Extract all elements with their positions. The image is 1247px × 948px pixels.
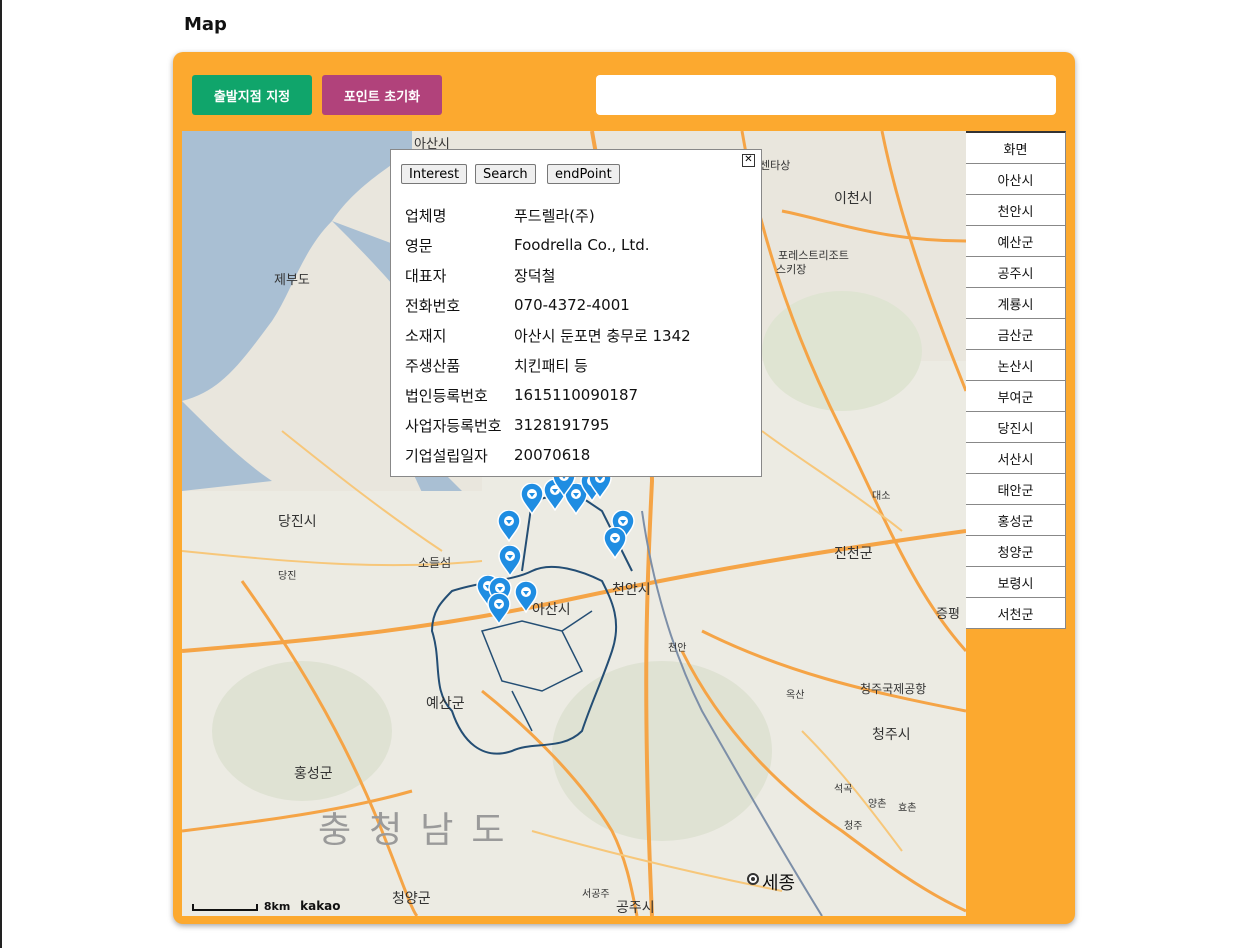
map-label-seogu: 석곡: [834, 784, 853, 795]
map-label-chungnam: 충청남도: [318, 810, 523, 851]
page-title: Map: [184, 14, 227, 35]
reset-points-button[interactable]: 포인트 초기화: [322, 75, 442, 115]
info-key: 주생산품: [405, 356, 461, 375]
sidebar-item-region[interactable]: 아산시: [966, 164, 1066, 195]
info-value: 20070618: [514, 446, 591, 464]
endpoint-button[interactable]: endPoint: [547, 164, 620, 184]
scale-label: 8km: [263, 900, 291, 913]
map-label-daeso: 대소: [872, 491, 891, 502]
info-value: 070-4372-4001: [514, 296, 630, 314]
info-key: 법인등록번호: [405, 386, 488, 405]
kakao-logo: kakao: [300, 899, 341, 913]
info-row: 사업자등록번호 3128191795: [405, 410, 691, 440]
sidebar-item-region[interactable]: 보령시: [966, 567, 1066, 598]
map-label-ski: 스키장: [776, 263, 807, 276]
search-input[interactable]: [596, 75, 1056, 115]
map-label-hyochon: 효촌: [898, 803, 917, 814]
info-row: 업체명 푸드렐라(주): [405, 200, 691, 230]
map-label-osong: 양촌: [868, 799, 887, 810]
info-value: 1615110090187: [514, 386, 639, 404]
map-label-cheongju: 청주시: [872, 727, 911, 743]
info-value: 치킨패티 등: [514, 356, 588, 375]
map-label-cheonan: 천안시: [612, 582, 651, 598]
map-label-yesan: 예산군: [426, 696, 465, 712]
info-value: 장덕철: [514, 266, 556, 285]
search-button[interactable]: Search: [475, 164, 536, 184]
map-label-dangjin: 당진시: [278, 514, 317, 530]
map-pin-icon[interactable]: [514, 581, 538, 613]
map-scale: 8km kakao: [192, 899, 341, 913]
scale-bar: [192, 903, 258, 911]
window-edge: [0, 0, 2, 948]
info-row: 대표자 장덕철: [405, 260, 691, 290]
interest-button[interactable]: Interest: [401, 164, 468, 184]
map-label-seogongju: 서공주: [582, 889, 610, 900]
map-label-jincheon: 진천군: [834, 546, 873, 562]
map-pin-icon[interactable]: [520, 483, 544, 515]
info-row: 주생산품 치킨패티 등: [405, 350, 691, 380]
info-key: 소재지: [405, 326, 447, 345]
sidebar-item-region[interactable]: 논산시: [966, 350, 1066, 381]
company-info-table: 업체명 푸드렐라(주) 영문 Foodrella Co., Ltd. 대표자 장덕철전화번…: [405, 200, 691, 470]
info-value: 푸드렐라(주): [514, 206, 595, 225]
map-label-icheon: 이천시: [834, 191, 873, 207]
sidebar-item-region[interactable]: 청양군: [966, 536, 1066, 567]
sidebar-item-region[interactable]: 부여군: [966, 381, 1066, 412]
info-row: 영문 Foodrella Co., Ltd.: [405, 230, 691, 260]
sidebar-item-region[interactable]: 예산군: [966, 226, 1066, 257]
sidebar-item-region[interactable]: 계룡시: [966, 288, 1066, 319]
sidebar-item-region[interactable]: 천안시: [966, 195, 1066, 226]
sidebar-item-screen[interactable]: 화면: [966, 131, 1066, 164]
info-key: 사업자등록번호: [405, 416, 502, 435]
map-label-cheonan-ic: 천안: [668, 643, 687, 654]
map-label-cheongju-ic: 청주: [844, 821, 863, 832]
sidebar-item-region[interactable]: 금산군: [966, 319, 1066, 350]
map-label-sejong: 세종: [762, 873, 796, 894]
sidebar-item-region[interactable]: 당진시: [966, 412, 1066, 443]
sidebar-item-region[interactable]: 홍성군: [966, 505, 1066, 536]
info-popup: ✕ Interest Search endPoint 업체명 푸드렐라(주) 영문 F…: [390, 149, 762, 477]
info-key: 전화번호: [405, 296, 461, 315]
info-row: 소재지 아산시 둔포면 충무로 1342: [405, 320, 691, 350]
map-pin-icon[interactable]: [498, 545, 522, 577]
info-row: 법인등록번호 1615110090187: [405, 380, 691, 410]
map-label-outlet: 센타상: [760, 159, 791, 172]
set-start-point-button[interactable]: 출발지점 지정: [192, 75, 312, 115]
info-value: Foodrella Co., Ltd.: [514, 236, 650, 254]
map-pin-icon[interactable]: [603, 527, 627, 559]
info-row: 전화번호 070-4372-4001: [405, 290, 691, 320]
map-label-cheongyang: 청양군: [392, 891, 431, 907]
map-label-jeungpyeong: 증평: [936, 607, 960, 622]
info-key: 영문: [405, 236, 433, 255]
info-value: 3128191795: [514, 416, 610, 434]
map-label-gongju: 공주시: [616, 900, 655, 916]
info-key: 대표자: [405, 266, 447, 285]
sidebar-item-region[interactable]: 공주시: [966, 257, 1066, 288]
sidebar-item-region[interactable]: 서천군: [966, 598, 1066, 629]
map-label-jebudo: 제부도: [274, 273, 310, 288]
sidebar-item-region[interactable]: 서산시: [966, 443, 1066, 474]
map-label-sojiseong: 소들섬: [418, 556, 452, 570]
info-key: 업체명: [405, 206, 447, 225]
map-pin-icon[interactable]: [497, 510, 521, 542]
map-label-airport: 청주국제공항: [860, 682, 927, 696]
info-key: 기업설립일자: [405, 446, 488, 465]
info-row: 기업설립일자 20070618: [405, 440, 691, 470]
map-label-oksan: 옥산: [786, 690, 805, 701]
map-pin-icon[interactable]: [487, 593, 511, 625]
map-label-dangjin-ic: 당진: [278, 571, 297, 582]
sidebar-item-region[interactable]: 태안군: [966, 474, 1066, 505]
region-list: 화면 아산시 천안시 예산군 공주시 계룡시 금산군 논산시 부여군 당진시 서산시 태안군 홍성군 청양…: [966, 131, 1066, 629]
info-value: 아산시 둔포면 충무로 1342: [514, 326, 691, 345]
close-icon[interactable]: ✕: [742, 154, 755, 167]
map-label-hongseong: 홍성군: [294, 766, 333, 782]
